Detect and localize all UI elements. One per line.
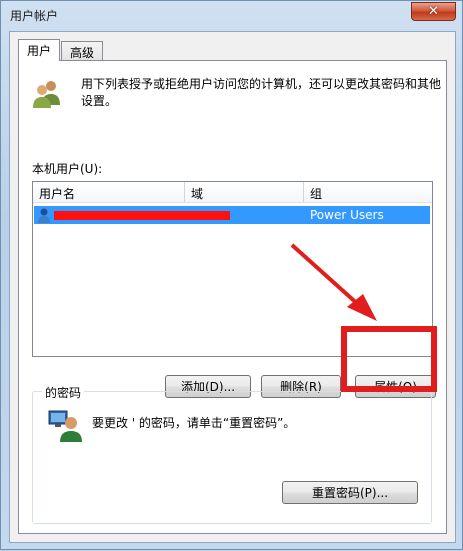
annotation-arrow-shaft <box>290 243 363 309</box>
annotation-highlight-box <box>341 326 437 392</box>
dialog-window: 用户帐户 ✕ 用户 高级 用下列表授予或拒绝用户访问您的计算机，还可以更改其密码… <box>0 0 463 550</box>
annotation-overlay <box>290 243 437 392</box>
tab-users[interactable]: 用户 <box>18 39 61 61</box>
